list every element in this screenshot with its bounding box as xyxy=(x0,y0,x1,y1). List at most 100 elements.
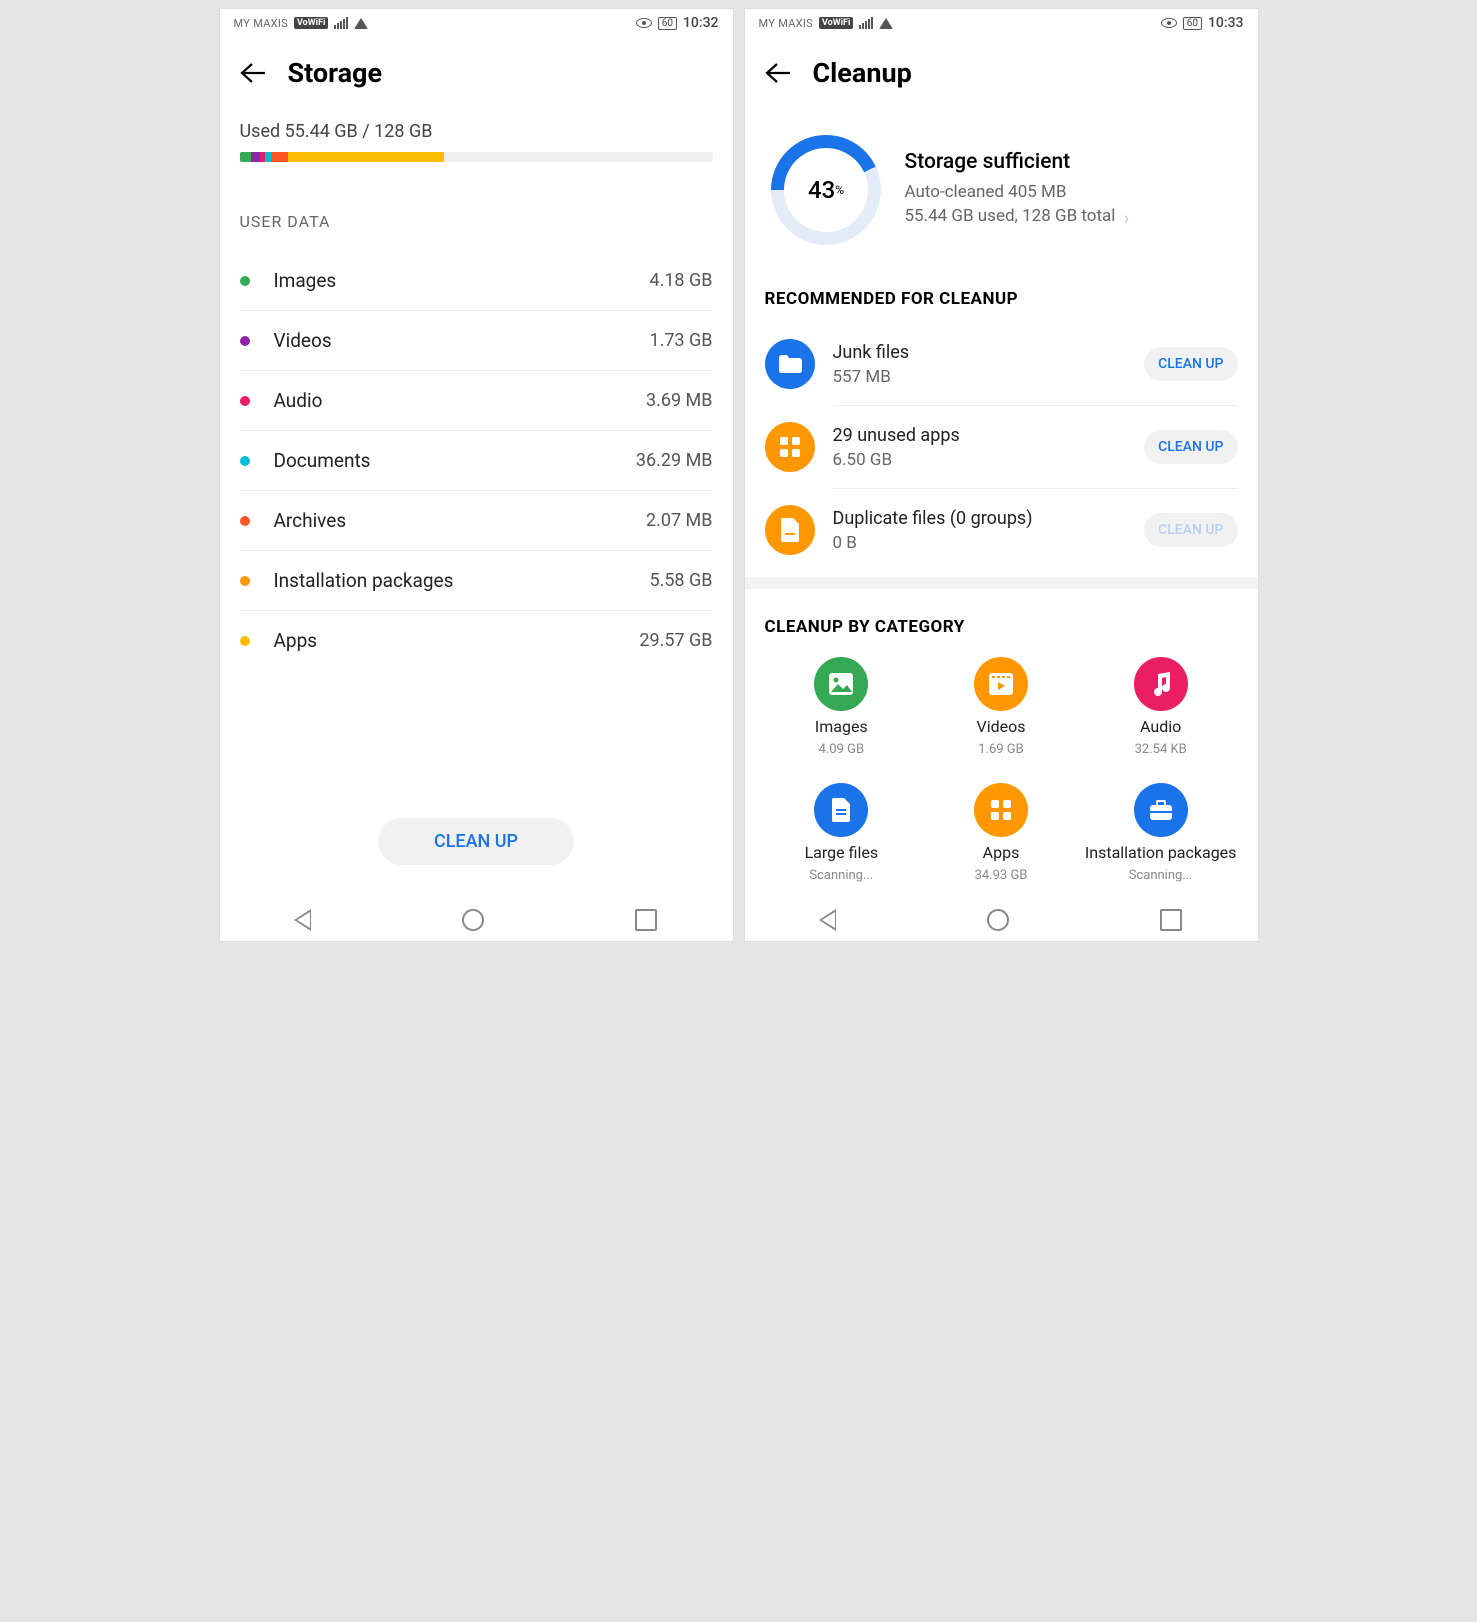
summary-line-2: 55.44 GB used, 128 GB total xyxy=(905,206,1116,226)
storage-row[interactable]: Archives 2.07 MB xyxy=(240,491,713,551)
recommended-row[interactable]: 29 unused apps 6.50 GB CLEAN UP xyxy=(833,406,1238,489)
summary-line-1: Auto-cleaned 405 MB xyxy=(905,182,1232,202)
category-title: Apps xyxy=(983,843,1020,862)
row-label: Documents xyxy=(274,449,636,472)
category-item[interactable]: Audio 32.54 KB xyxy=(1084,657,1238,757)
category-title: Videos xyxy=(977,717,1026,736)
storage-row[interactable]: Images 4.18 GB xyxy=(240,251,713,311)
percent-sign: % xyxy=(835,183,844,197)
chevron-right-icon: › xyxy=(1123,206,1129,230)
nav-bar xyxy=(220,893,733,941)
nav-home-icon[interactable] xyxy=(462,909,484,931)
nav-back-icon[interactable] xyxy=(295,909,312,931)
row-label: Videos xyxy=(274,329,650,352)
nav-bar xyxy=(745,893,1258,941)
rec-title: Junk files xyxy=(833,342,1127,363)
summary-title: Storage sufficient xyxy=(905,150,1232,174)
back-arrow-icon[interactable] xyxy=(240,62,266,84)
row-label: Audio xyxy=(274,389,647,412)
category-subtitle: Scanning... xyxy=(809,868,873,883)
wifi-icon xyxy=(354,18,368,29)
cleanup-action-button[interactable]: CLEAN UP xyxy=(1144,430,1237,464)
clock-label: 10:33 xyxy=(1208,15,1244,31)
category-subtitle: 1.69 GB xyxy=(978,742,1024,757)
row-label: Installation packages xyxy=(274,569,650,592)
music-icon xyxy=(1134,657,1188,711)
wifi-icon xyxy=(879,18,893,29)
category-item[interactable]: Apps 34.93 GB xyxy=(924,783,1078,883)
category-subtitle: 4.09 GB xyxy=(819,742,865,757)
row-value: 2.07 MB xyxy=(646,510,713,531)
category-item[interactable]: Large files Scanning... xyxy=(765,783,919,883)
category-item[interactable]: Images 4.09 GB xyxy=(765,657,919,757)
doc-icon xyxy=(814,783,868,837)
battery-icon: 60 xyxy=(1183,17,1202,30)
signal-icon xyxy=(859,17,873,29)
storage-row[interactable]: Videos 1.73 GB xyxy=(240,311,713,371)
grid-icon xyxy=(974,783,1028,837)
category-item[interactable]: Videos 1.69 GB xyxy=(924,657,1078,757)
page-title: Storage xyxy=(288,57,383,89)
storage-row[interactable]: Audio 3.69 MB xyxy=(240,371,713,431)
header: Cleanup xyxy=(745,33,1258,99)
folder-icon xyxy=(765,339,815,389)
category-title: Installation packages xyxy=(1085,843,1237,862)
category-dot-icon xyxy=(240,516,250,526)
storage-row[interactable]: Documents 36.29 MB xyxy=(240,431,713,491)
rec-subtitle: 557 MB xyxy=(833,367,1127,387)
back-arrow-icon[interactable] xyxy=(765,62,791,84)
storage-row[interactable]: Apps 29.57 GB xyxy=(240,611,713,670)
nav-back-icon[interactable] xyxy=(820,909,837,931)
row-label: Apps xyxy=(274,629,640,652)
category-subtitle: 32.54 KB xyxy=(1135,742,1187,757)
row-value: 4.18 GB xyxy=(649,270,712,291)
carrier-label: MY MAXIS xyxy=(759,17,813,30)
bag-icon xyxy=(1134,783,1188,837)
storage-screen: MY MAXIS VoWiFi 60 10:32 Storage Used 55… xyxy=(219,8,734,942)
nav-home-icon[interactable] xyxy=(987,909,1009,931)
usage-bar xyxy=(240,152,713,162)
category-dot-icon xyxy=(240,396,250,406)
rec-subtitle: 6.50 GB xyxy=(833,450,1127,470)
category-title: Images xyxy=(815,717,868,736)
nav-recent-icon[interactable] xyxy=(1160,909,1182,931)
cleanup-action-button: CLEAN UP xyxy=(1144,513,1237,547)
section-title: USER DATA xyxy=(240,212,713,231)
video-icon xyxy=(974,657,1028,711)
cleanup-button[interactable]: CLEAN UP xyxy=(378,818,574,865)
cleanup-screen: MY MAXIS VoWiFi 60 10:33 Cleanup 43% Sto… xyxy=(744,8,1259,942)
category-subtitle: Scanning... xyxy=(1129,868,1193,883)
category-dot-icon xyxy=(240,276,250,286)
signal-icon xyxy=(334,17,348,29)
nav-recent-icon[interactable] xyxy=(635,909,657,931)
category-dot-icon xyxy=(240,636,250,646)
storage-summary-row[interactable]: 43% Storage sufficient Auto-cleaned 405 … xyxy=(765,135,1238,245)
storage-donut: 43% xyxy=(771,135,881,245)
category-title: Large files xyxy=(805,843,879,862)
category-subtitle: 34.93 GB xyxy=(975,868,1028,883)
vowifi-badge: VoWiFi xyxy=(294,17,328,29)
recommended-row[interactable]: Duplicate files (0 groups) 0 B CLEAN UP xyxy=(833,489,1238,571)
battery-icon: 60 xyxy=(658,17,677,30)
eye-icon xyxy=(1161,18,1177,28)
row-value: 5.58 GB xyxy=(649,570,712,591)
storage-row[interactable]: Installation packages 5.58 GB xyxy=(240,551,713,611)
category-item[interactable]: Installation packages Scanning... xyxy=(1084,783,1238,883)
status-bar: MY MAXIS VoWiFi 60 10:33 xyxy=(745,9,1258,33)
category-header: CLEANUP BY CATEGORY xyxy=(765,617,1238,637)
rec-subtitle: 0 B xyxy=(833,533,1127,553)
category-dot-icon xyxy=(240,456,250,466)
grid-icon xyxy=(765,422,815,472)
percent-value: 43 xyxy=(807,176,834,204)
category-dot-icon xyxy=(240,336,250,346)
category-title: Audio xyxy=(1140,717,1181,736)
page-title: Cleanup xyxy=(813,57,912,89)
recommended-row[interactable]: Junk files 557 MB CLEAN UP xyxy=(833,323,1238,406)
image-icon xyxy=(814,657,868,711)
carrier-label: MY MAXIS xyxy=(234,17,288,30)
status-bar: MY MAXIS VoWiFi 60 10:32 xyxy=(220,9,733,33)
row-value: 29.57 GB xyxy=(639,630,712,651)
rec-title: 29 unused apps xyxy=(833,425,1127,446)
header: Storage xyxy=(220,33,733,99)
cleanup-action-button[interactable]: CLEAN UP xyxy=(1144,347,1237,381)
